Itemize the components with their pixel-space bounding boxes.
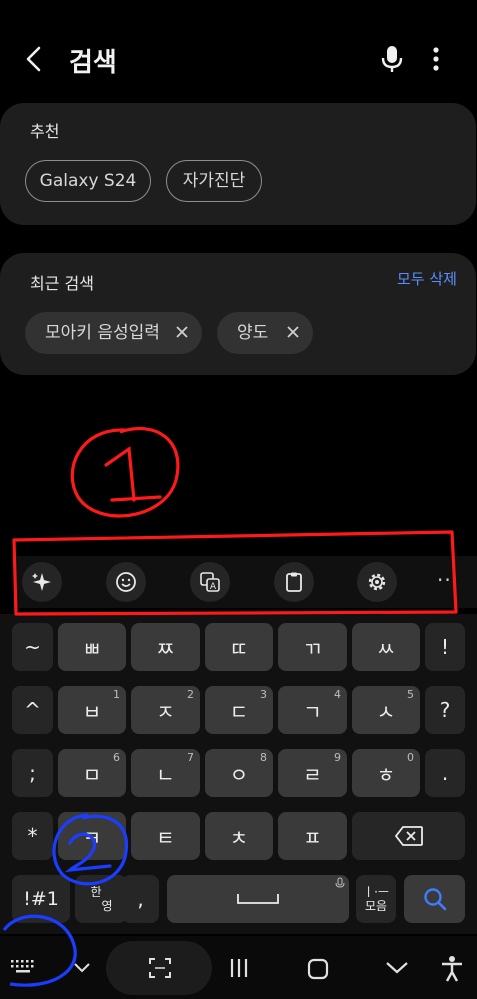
annotation-blue-arc — [2, 914, 77, 987]
annotation-blue-circle — [52, 813, 129, 886]
annotation-red-rectangle — [12, 530, 458, 616]
annotation-red-circle — [70, 426, 180, 518]
annotation-overlay — [2, 426, 458, 987]
